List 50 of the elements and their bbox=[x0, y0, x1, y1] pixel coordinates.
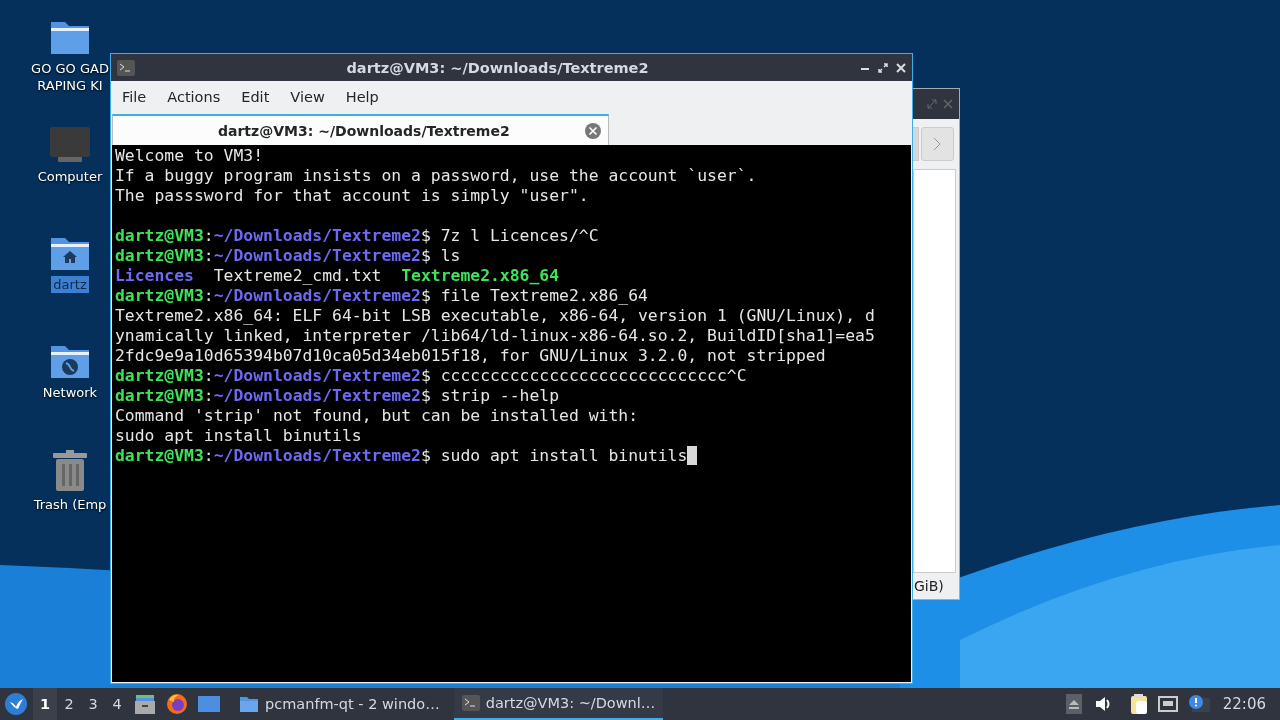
terminal-icon bbox=[461, 695, 480, 711]
network-icon[interactable] bbox=[1157, 696, 1178, 712]
browser-icon[interactable] bbox=[166, 693, 188, 715]
menu-item[interactable]: View bbox=[282, 84, 333, 109]
start-menu-icon[interactable] bbox=[5, 693, 27, 715]
terminal-line: Licences Textreme2_cmd.txt Textreme2.x86_64 bbox=[115, 266, 561, 286]
chevron-icon bbox=[933, 137, 942, 151]
clock[interactable]: 22:06 bbox=[1222, 695, 1266, 713]
taskbar-task[interactable]: dartz@VM3: ~/Downl… bbox=[453, 688, 664, 720]
terminal-line: dartz@VM3:~/Downloads/Textreme2$ strip --help bbox=[115, 386, 561, 406]
workspace-button[interactable]: 3 bbox=[81, 688, 105, 720]
trash-icon[interactable] bbox=[52, 450, 88, 492]
taskbar-task[interactable]: pcmanfm-qt - 2 windo… bbox=[231, 688, 448, 720]
icon-label[interactable]: dartz bbox=[51, 276, 89, 293]
terminal-line: ynamically linked, interpreter /lib64/ld-linux-x86-64.so.2, BuildID[sha1]=ea5 bbox=[115, 326, 876, 346]
icon-label[interactable]: Trash (Emp bbox=[31, 496, 109, 513]
terminal-icon bbox=[117, 59, 135, 76]
eject-icon[interactable] bbox=[1065, 694, 1082, 714]
menu-item[interactable]: Actions bbox=[159, 84, 229, 109]
icon-label[interactable]: Computer bbox=[35, 168, 105, 185]
terminal-line: If a buggy program insists on a password, use the account `user`. bbox=[115, 166, 758, 186]
terminal-output[interactable] bbox=[112, 145, 911, 682]
workspace-button[interactable]: 1 bbox=[33, 688, 57, 720]
folder-icon bbox=[239, 695, 259, 713]
icon-label[interactable]: GO GO GAD RAPING KI bbox=[29, 60, 111, 94]
clipboard-icon[interactable] bbox=[1129, 693, 1148, 715]
terminal-tab[interactable]: dartz@VM3: ~/Downloads/Textreme2 bbox=[112, 114, 609, 145]
terminal-line: dartz@VM3:~/Downloads/Textreme2$ ccccccccccccccccccccccccccccc^C bbox=[115, 366, 748, 386]
terminal-line: dartz@VM3:~/Downloads/Textreme2$ ls bbox=[115, 246, 462, 266]
terminal-line: sudo apt install binutils bbox=[115, 426, 363, 446]
close-tab-icon[interactable] bbox=[584, 122, 602, 140]
terminal-line: dartz@VM3:~/Downloads/Textreme2$ file Textreme2.x86_64 bbox=[115, 286, 649, 306]
workspace-button[interactable]: 2 bbox=[57, 688, 81, 720]
icon-label[interactable]: Network bbox=[40, 384, 100, 401]
terminal-line: 2fdc9e9a10d65394b07d10ca05d34eb015f18, for GNU/Linux 3.2.0, not stripped bbox=[115, 346, 827, 366]
notification-icon[interactable] bbox=[1187, 694, 1210, 714]
menu-item[interactable]: File bbox=[114, 84, 155, 109]
workspace-button[interactable]: 4 bbox=[105, 688, 129, 720]
show-desktop-icon[interactable] bbox=[198, 694, 220, 714]
file-cabinet-icon[interactable] bbox=[134, 693, 156, 715]
status-text: GiB) bbox=[914, 578, 944, 594]
window-title: dartz@VM3: ~/Downloads/Textreme2 bbox=[345, 59, 650, 76]
terminal-line: dartz@VM3:~/Downloads/Textreme2$ 7z l Licences/^C bbox=[115, 225, 600, 246]
menu-item[interactable]: Help bbox=[337, 84, 387, 109]
menu-item[interactable]: Edit bbox=[233, 84, 278, 109]
terminal-line: Command 'strip' not found, but can be installed with: bbox=[115, 406, 639, 426]
terminal-line: Welcome to VM3! bbox=[115, 146, 265, 166]
terminal-line: dartz@VM3:~/Downloads/Textreme2$ sudo apt install binutils bbox=[115, 446, 908, 466]
terminal-line: Textreme2.x86_64: ELF 64-bit LSB executable, x86-64, version 1 (GNU/Linux), d bbox=[115, 306, 876, 326]
terminal-line: The passsword for that account is simply "user". bbox=[115, 186, 590, 206]
